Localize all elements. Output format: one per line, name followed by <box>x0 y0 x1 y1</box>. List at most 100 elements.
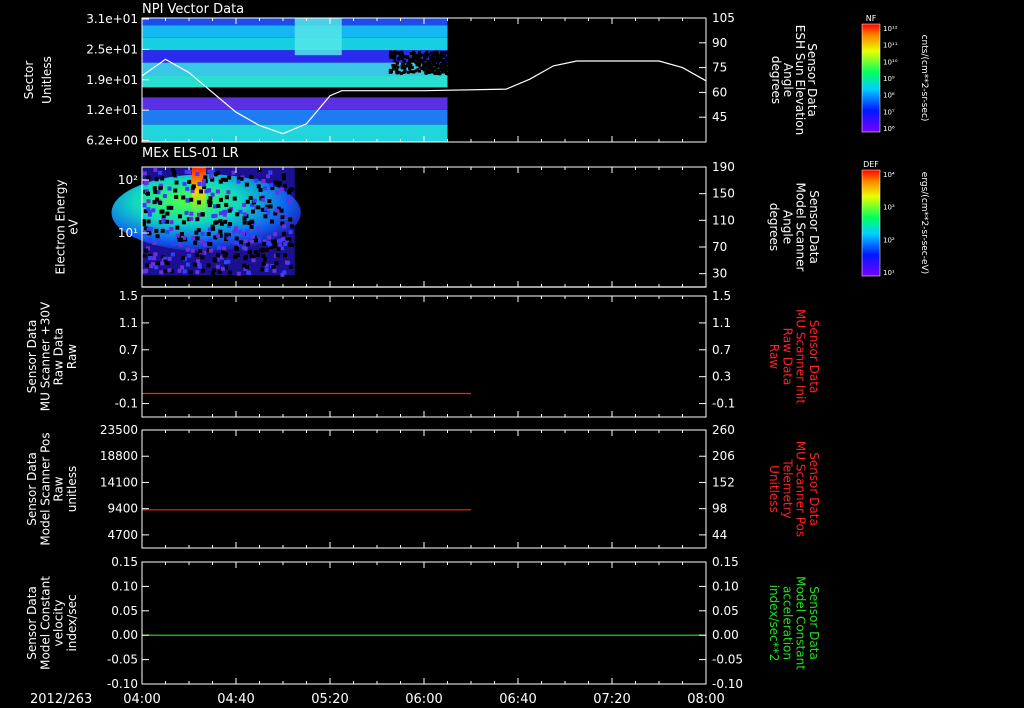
heat-noise <box>210 192 215 197</box>
heat-noise <box>249 224 254 229</box>
heat-noise <box>154 177 159 182</box>
heat-noise <box>181 195 186 200</box>
heat-noise <box>172 172 177 177</box>
heat-noise <box>152 186 157 191</box>
heat-noise <box>430 63 434 67</box>
heat-noise <box>261 261 266 266</box>
y-axis-title-line: index/sec <box>65 594 79 651</box>
heat-noise <box>216 252 221 257</box>
heat-noise <box>211 214 216 219</box>
heat-noise <box>406 70 410 74</box>
heat-noise <box>153 168 158 173</box>
heat-noise <box>436 60 440 64</box>
heat-noise <box>208 196 213 201</box>
heat-noise <box>263 214 268 219</box>
y-tick-label: 10¹ <box>118 226 138 240</box>
colorbar-tick-label: 10⁴ <box>883 171 895 179</box>
heat-noise <box>417 52 421 56</box>
heat-noise <box>250 209 255 214</box>
y-axis-title-line: Raw <box>65 344 79 369</box>
heat-noise <box>416 58 420 62</box>
panel-frame <box>141 429 707 549</box>
heat-noise <box>426 59 430 63</box>
heat-noise <box>206 188 211 193</box>
heat-noise <box>425 69 429 73</box>
colorbar <box>861 169 881 277</box>
heat-noise <box>165 219 170 224</box>
heat-noise <box>223 219 228 224</box>
x-tick-label: 08:00 <box>687 692 724 707</box>
heat-noise <box>152 200 157 205</box>
heat-noise <box>208 241 213 246</box>
heat-noise <box>158 186 163 191</box>
heat-noise <box>282 183 287 188</box>
heat-noise <box>263 206 268 211</box>
heat-noise <box>288 230 293 235</box>
y-axis-title: Electron EnergyeV <box>53 179 80 274</box>
heat-noise <box>218 197 223 202</box>
heat-noise <box>146 199 151 204</box>
y-tick-label-right: -0.1 <box>712 397 735 411</box>
colorbar-tick-label: 10³ <box>883 204 895 212</box>
x-tick-label: 04:00 <box>123 692 160 707</box>
heat-band <box>142 75 448 88</box>
heat-noise <box>170 252 175 257</box>
colorbar-tick-label: 10⁷ <box>883 108 895 116</box>
heat-noise <box>269 183 274 188</box>
heat-noise <box>210 224 215 229</box>
heat-band <box>142 109 448 125</box>
heat-noise <box>435 50 439 54</box>
heat-noise <box>220 266 225 271</box>
y-tick-label-right: 0.3 <box>712 370 731 384</box>
heat-noise <box>273 232 278 237</box>
heat-noise <box>263 186 268 191</box>
heat-noise <box>232 196 237 201</box>
heat-noise <box>155 261 160 266</box>
heat-noise <box>244 182 249 187</box>
heat-noise <box>267 199 272 204</box>
heat-noise <box>408 64 412 68</box>
heat-noise <box>438 72 442 76</box>
panel-frame <box>141 561 707 685</box>
heat-noise <box>273 242 278 247</box>
heat-noise <box>185 197 190 202</box>
heat-noise <box>280 246 285 251</box>
x-tick-label: 05:20 <box>311 692 348 707</box>
heat-noise <box>212 268 217 273</box>
y-axis-title-line: unitless <box>65 466 79 512</box>
y-tick-label-right: 260 <box>712 423 735 437</box>
heat-noise <box>274 261 279 266</box>
heat-noise <box>245 232 250 237</box>
heat-noise <box>152 256 157 261</box>
y-axis-title: Sensor DataModel Scanner PosRawunitless <box>25 432 79 545</box>
heat-noise <box>160 209 165 214</box>
heat-noise <box>185 262 190 267</box>
heat-noise <box>200 231 205 236</box>
heat-noise <box>260 267 265 272</box>
heat-noise <box>430 67 434 71</box>
colorbar-tick-label: 10¹¹ <box>883 42 898 50</box>
y-tick-label-right: 110 <box>712 213 735 227</box>
heat-noise <box>391 55 395 59</box>
heat-noise <box>190 248 195 253</box>
heat-noise <box>275 190 280 195</box>
y-tick-label-right: 0.00 <box>712 628 739 642</box>
heat-noise <box>226 259 231 264</box>
heat-band <box>142 87 448 98</box>
heat-noise <box>194 252 199 257</box>
colorbar-unit: ergs/(cm**2-sr-sec-eV) <box>919 172 929 274</box>
y-axis-title-right-line: Sensor Data <box>807 586 821 660</box>
heat-band <box>142 124 448 142</box>
heat-noise <box>148 256 153 261</box>
heat-noise <box>142 253 147 258</box>
heat-noise <box>430 57 434 61</box>
heat-noise <box>224 202 229 207</box>
y-tick-label-right: 0.05 <box>712 604 739 618</box>
heat-noise <box>252 198 257 203</box>
heat-noise <box>228 270 233 275</box>
heat-noise <box>185 186 190 191</box>
heat-noise <box>171 241 176 246</box>
y-axis-title-line: Model Scanner Pos <box>38 432 52 545</box>
heat-noise <box>280 215 285 220</box>
y-tick-label-right: 206 <box>712 449 735 463</box>
